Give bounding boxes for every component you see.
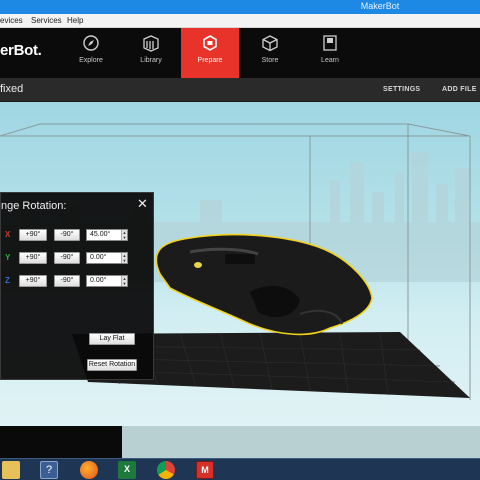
menu-help[interactable]: Help xyxy=(67,16,83,25)
rotation-x-value: 45.00° xyxy=(90,231,111,238)
menu-services[interactable]: Services xyxy=(31,16,62,25)
rotation-x-field[interactable]: 45.00° ▲ ▼ xyxy=(86,229,128,241)
nav-library[interactable]: Library xyxy=(122,28,180,78)
excel-icon[interactable]: X xyxy=(118,461,136,479)
nav-learn[interactable]: Learn xyxy=(301,28,359,78)
learn-book-icon xyxy=(323,35,337,51)
nav-explore[interactable]: Explore xyxy=(62,28,120,78)
settings-button[interactable]: SETTINGS xyxy=(383,86,420,93)
project-filename: fixed xyxy=(0,83,24,95)
nav-library-label: Library xyxy=(140,57,162,64)
windows-taskbar: ? X M xyxy=(0,458,480,480)
lay-flat-button[interactable]: Lay Flat xyxy=(89,333,135,345)
help-icon[interactable]: ? xyxy=(40,461,58,479)
rotate-y-plus90-button[interactable]: +90° xyxy=(19,252,47,264)
nav-explore-label: Explore xyxy=(79,57,103,64)
nav-store[interactable]: Store xyxy=(241,28,299,78)
window-title-bar: MakerBot xyxy=(0,0,480,14)
makerbot-logo: erBot. xyxy=(0,42,42,59)
rotation-y-value: 0.00° xyxy=(90,254,107,261)
store-cube-icon xyxy=(262,35,278,52)
app-nav-bar: erBot. Explore Library Prepare Store Lea… xyxy=(0,28,480,78)
library-icon xyxy=(143,35,159,52)
file-explorer-icon[interactable] xyxy=(2,461,20,479)
compass-icon xyxy=(83,35,99,51)
project-header: fixed SETTINGS ADD FILE xyxy=(0,78,480,102)
viewport-corner-shadow xyxy=(0,426,122,458)
makerbot-icon[interactable]: M xyxy=(196,461,214,479)
rotation-z-value: 0.00° xyxy=(90,277,107,284)
nav-learn-label: Learn xyxy=(321,57,339,64)
panel-title: nge Rotation: xyxy=(1,200,67,212)
firefox-icon[interactable] xyxy=(80,461,98,479)
spinner-arrows-icon[interactable]: ▲ ▼ xyxy=(121,253,127,263)
spinner-arrows-icon[interactable]: ▲ ▼ xyxy=(121,230,127,240)
rotation-z-field[interactable]: 0.00° ▲ ▼ xyxy=(86,275,128,287)
chrome-icon[interactable] xyxy=(157,461,175,479)
rotate-z-plus90-button[interactable]: +90° xyxy=(19,275,47,287)
rotate-y-minus90-button[interactable]: -90° xyxy=(54,252,80,264)
rotate-x-plus90-button[interactable]: +90° xyxy=(19,229,47,241)
close-icon[interactable]: ✕ xyxy=(137,197,148,210)
axis-label-x: X xyxy=(5,230,11,239)
rotation-y-field[interactable]: 0.00° ▲ ▼ xyxy=(86,252,128,264)
nav-prepare-label: Prepare xyxy=(197,57,223,64)
add-file-button[interactable]: ADD FILE xyxy=(442,86,477,93)
nav-store-label: Store xyxy=(261,57,279,64)
prepare-icon xyxy=(203,35,217,51)
rotate-x-minus90-button[interactable]: -90° xyxy=(54,229,80,241)
nav-prepare[interactable]: Prepare xyxy=(181,28,239,78)
menu-devices[interactable]: evices xyxy=(0,16,23,25)
axis-label-z: Z xyxy=(5,276,10,285)
change-rotation-panel: nge Rotation: ✕ X +90° -90° 45.00° ▲ ▼ Y … xyxy=(0,192,154,380)
rotate-z-minus90-button[interactable]: -90° xyxy=(54,275,80,287)
axis-label-y: Y xyxy=(5,253,11,262)
reset-rotation-button[interactable]: Reset Rotation xyxy=(87,359,137,371)
menu-bar: evices Services Help xyxy=(0,14,480,28)
window-title: MakerBot xyxy=(360,1,400,11)
spinner-arrows-icon[interactable]: ▲ ▼ xyxy=(121,276,127,286)
